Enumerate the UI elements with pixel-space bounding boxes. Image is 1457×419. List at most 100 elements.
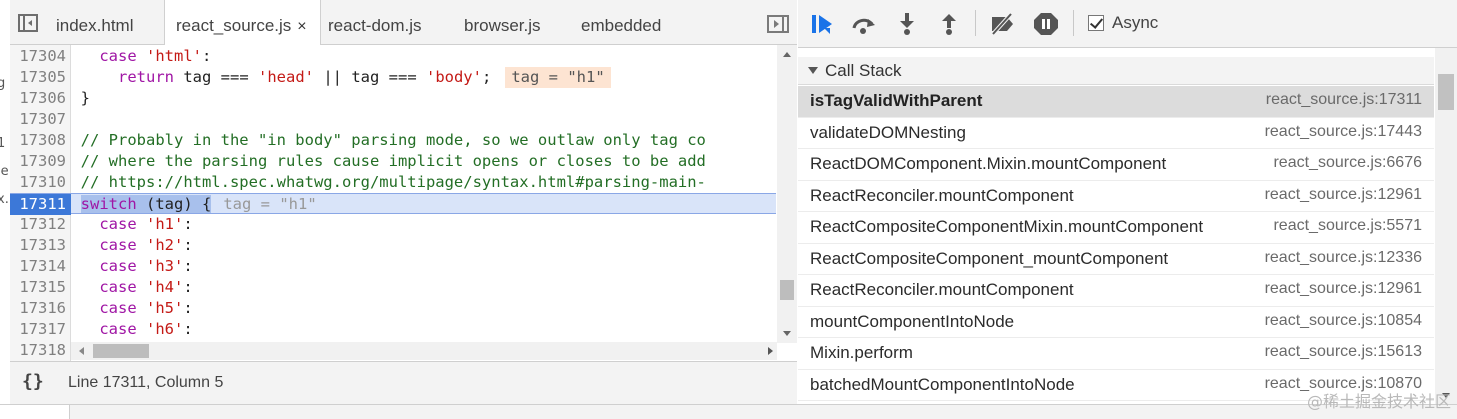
scroll-up-arrow-icon[interactable] — [783, 52, 791, 57]
tab-react-dom-js[interactable]: react-dom.js — [328, 0, 422, 45]
tab-browser-js[interactable]: browser.js — [464, 0, 541, 45]
call-frame-function: validateDOMNesting — [810, 122, 966, 142]
call-frame[interactable]: validateDOMNesting react_source.js:17443 — [798, 118, 1434, 149]
close-tab-icon[interactable]: × — [297, 18, 306, 35]
line-number[interactable]: 17310 — [10, 172, 66, 193]
line-number[interactable]: 17315 — [10, 277, 66, 298]
code-line[interactable]: 17307 — [10, 109, 776, 130]
line-number[interactable]: 17305 — [10, 67, 66, 88]
line-number[interactable]: 17316 — [10, 298, 66, 319]
call-stack-title: Call Stack — [825, 61, 902, 80]
scroll-right-arrow-icon[interactable] — [768, 347, 773, 355]
tab-react-source-js[interactable]: react_source.js × — [164, 0, 321, 46]
tab-label: index.html — [56, 16, 134, 35]
call-frame-location[interactable]: react_source.js:12336 — [1265, 249, 1422, 267]
call-frame-location[interactable]: react_source.js:15613 — [1265, 343, 1422, 361]
call-frame[interactable]: mountComponentIntoNode react_source.js:10… — [798, 307, 1434, 338]
scroll-thumb[interactable] — [93, 344, 149, 358]
code-line[interactable]: 17305 return tag === 'head' || tag === '… — [10, 67, 776, 88]
call-frame-location[interactable]: react_source.js:5571 — [1273, 217, 1422, 235]
line-number[interactable]: 17318 — [10, 340, 66, 361]
code-token: ; — [481, 68, 492, 86]
code-token: 'h4' — [146, 278, 184, 296]
call-frame[interactable]: Mixin.perform react_source.js:15613 — [798, 338, 1434, 370]
call-frame[interactable]: ReactDOMComponent.Mixin.mountComponent re… — [798, 149, 1434, 181]
resume-icon[interactable] — [810, 12, 836, 36]
call-frame-location[interactable]: react_source.js:10854 — [1265, 312, 1422, 330]
code-line[interactable]: 17316 case 'h5': — [10, 298, 776, 319]
call-frame-location[interactable]: react_source.js:12961 — [1265, 186, 1422, 204]
call-stack-header[interactable]: Call Stack — [798, 57, 1434, 85]
line-number[interactable]: 17314 — [10, 256, 66, 277]
scroll-down-arrow-icon[interactable] — [783, 331, 791, 336]
code-token: || tag === — [314, 68, 426, 86]
code-line[interactable]: 17306 } — [10, 88, 776, 109]
code-line[interactable]: 17308 // Probably in the "in body" parsi… — [10, 130, 776, 151]
code-line[interactable]: 17304 case 'html': — [10, 46, 776, 67]
line-number[interactable]: 17312 — [10, 214, 66, 235]
code-line[interactable]: 17314 case 'h3': — [10, 256, 776, 277]
code-line-current[interactable]: 17311 switch (tag) {tag = "h1" — [10, 193, 776, 215]
step-over-icon[interactable] — [851, 12, 877, 36]
editor-vertical-scrollbar[interactable] — [777, 45, 797, 343]
code-line[interactable]: 17310 // https://html.spec.whatwg.org/mu… — [10, 172, 776, 193]
call-frame[interactable]: isTagValidWithParent react_source.js:1731… — [798, 86, 1434, 118]
scroll-thumb[interactable] — [780, 280, 794, 300]
code-text: // Probably in the "in body" parsing mod… — [62, 130, 706, 151]
code-token: 'body' — [425, 68, 482, 86]
line-number[interactable]: 17313 — [10, 235, 66, 256]
code-line[interactable]: 17317 case 'h6': — [10, 319, 776, 340]
tab-embedded[interactable]: embedded — [581, 0, 661, 45]
call-frame[interactable]: ReactReconciler.mountComponent react_sour… — [798, 181, 1434, 212]
call-frame[interactable]: ReactReconciler.mountComponent react_sour… — [798, 275, 1434, 307]
call-frame-location[interactable]: react_source.js:6676 — [1273, 154, 1422, 172]
code-line[interactable]: 17313 case 'h2': — [10, 235, 776, 256]
code-token: 'h6' — [146, 320, 184, 338]
drawer-tab[interactable] — [0, 405, 70, 419]
tab-index-html[interactable]: index.html — [56, 0, 133, 45]
call-frame-function: mountComponentIntoNode — [810, 311, 1015, 331]
call-frame-location[interactable]: react_source.js:17443 — [1265, 123, 1422, 141]
line-number[interactable]: 17307 — [10, 109, 66, 130]
step-out-icon[interactable] — [936, 12, 962, 36]
code-text: case 'html': — [62, 46, 211, 67]
line-number[interactable]: 17317 — [10, 319, 66, 340]
code-line[interactable]: 17312 case 'h1': — [10, 214, 776, 235]
panel-toggle-right-icon[interactable] — [767, 15, 789, 33]
call-frame[interactable]: ReactCompositeComponent_mountComponent re… — [798, 244, 1434, 275]
scroll-thumb[interactable] — [1438, 74, 1454, 110]
collapsed-section-edge — [810, 47, 1010, 55]
code-token: 'head' — [258, 68, 314, 86]
code-line[interactable]: 17309 // where the parsing rules cause i… — [10, 151, 776, 172]
toolbar-separator — [1073, 10, 1074, 36]
scroll-left-arrow-icon[interactable] — [79, 347, 84, 355]
call-frame[interactable]: ReactCompositeComponentMixin.mountCompon… — [798, 212, 1434, 244]
line-number[interactable]: 17308 — [10, 130, 66, 151]
editor-horizontal-scrollbar[interactable] — [71, 342, 777, 360]
code-token: case — [99, 278, 137, 296]
editor-status-bar: {} Line 17311, Column 5 — [10, 361, 797, 404]
code-line[interactable]: 17315 case 'h4': — [10, 277, 776, 298]
code-text: case 'h1': — [62, 214, 192, 235]
call-frame-location[interactable]: react_source.js:17311 — [1266, 91, 1422, 109]
line-number[interactable]: 17309 — [10, 151, 66, 172]
pause-on-exceptions-icon[interactable] — [1033, 12, 1059, 36]
step-into-icon[interactable] — [894, 12, 920, 36]
async-checkbox[interactable] — [1088, 15, 1104, 31]
line-number[interactable]: 17306 — [10, 88, 66, 109]
line-number[interactable]: 17304 — [10, 46, 66, 67]
code-editor[interactable]: 17304 case 'html': 17305 return tag === '… — [10, 45, 797, 361]
deactivate-breakpoints-icon[interactable] — [989, 12, 1015, 36]
panel-toggle-icon[interactable] — [18, 14, 38, 32]
call-frame-location[interactable]: react_source.js:12961 — [1265, 280, 1422, 298]
debugger-vertical-scrollbar[interactable] — [1435, 48, 1457, 404]
code-token: 'h2' — [146, 236, 184, 254]
pretty-print-button[interactable]: {} — [22, 371, 44, 392]
